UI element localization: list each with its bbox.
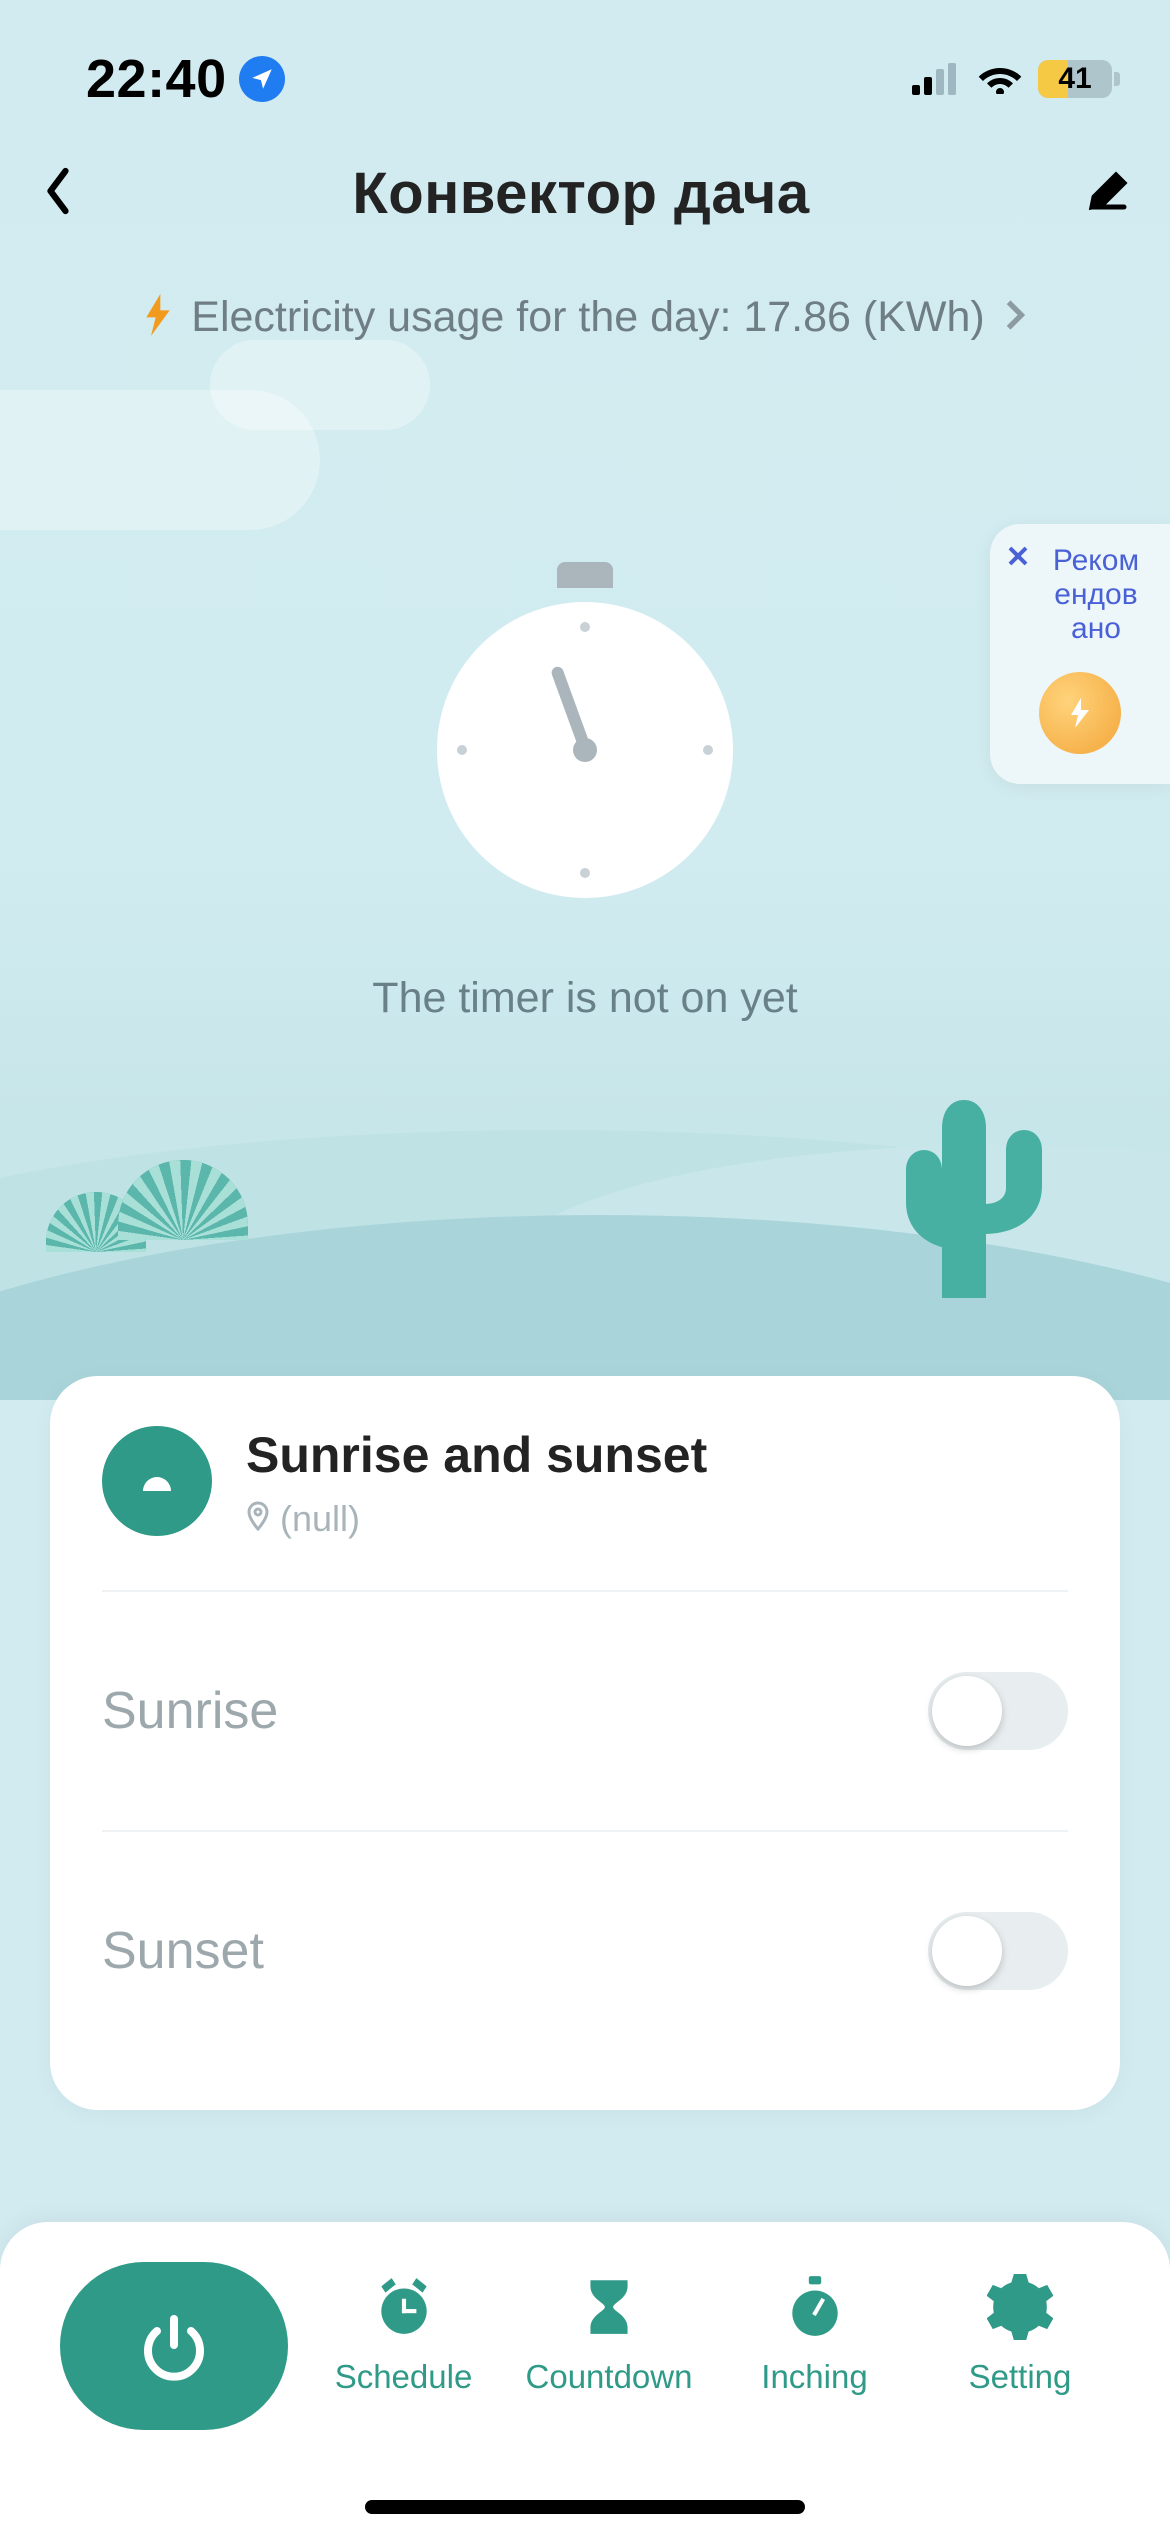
location-arrow-icon: [239, 56, 285, 102]
card-title: Sunrise and sunset: [246, 1426, 707, 1484]
electricity-usage-row[interactable]: Electricity usage for the day: 17.86 (KW…: [0, 293, 1170, 342]
inching-button[interactable]: Inching: [725, 2262, 905, 2396]
close-icon[interactable]: [1006, 544, 1030, 573]
sunrise-toggle[interactable]: [928, 1672, 1068, 1750]
sunset-toggle[interactable]: [928, 1912, 1068, 1990]
schedule-button[interactable]: Schedule: [314, 2262, 494, 2396]
status-time: 22:40: [86, 48, 227, 110]
wifi-icon: [978, 60, 1022, 99]
row-label: Sunrise: [102, 1681, 278, 1741]
recommend-panel[interactable]: Реком ендов ано: [990, 524, 1170, 784]
bottom-bar: Schedule Countdown Inching Setting: [0, 2222, 1170, 2532]
bolt-icon: [143, 294, 173, 341]
hourglass-icon: [576, 2274, 642, 2340]
location-pin-icon: [246, 1498, 270, 1540]
chevron-right-icon: [1003, 298, 1027, 337]
countdown-button[interactable]: Countdown: [519, 2262, 699, 2396]
alarm-clock-icon: [371, 2274, 437, 2340]
sunset-row: Sunset: [102, 1830, 1068, 2070]
page-title: Конвектор дача: [352, 160, 809, 227]
recommend-label: Реком ендов ано: [1038, 544, 1154, 646]
sunrise-icon: [102, 1426, 212, 1536]
cellular-icon: [912, 63, 962, 95]
header: Конвектор дача: [0, 130, 1170, 273]
row-label: Sunset: [102, 1921, 264, 1981]
battery-indicator: 41: [1038, 60, 1120, 98]
stopwatch-icon: [435, 562, 735, 902]
sunrise-row: Sunrise: [102, 1592, 1068, 1830]
sunrise-sunset-card: Sunrise and sunset (null) Sunrise Sunset: [50, 1376, 1120, 2110]
power-button[interactable]: [60, 2262, 288, 2430]
back-button[interactable]: [40, 166, 76, 221]
recommend-bolt-icon: [1039, 672, 1121, 754]
card-location[interactable]: (null): [246, 1498, 707, 1540]
cactus-decor: [904, 1080, 1044, 1325]
timer-status-text: The timer is not on yet: [372, 974, 797, 1023]
stopwatch-small-icon: [782, 2274, 848, 2340]
setting-button[interactable]: Setting: [930, 2262, 1110, 2396]
status-bar: 22:40 41: [0, 0, 1170, 130]
home-indicator: [365, 2500, 805, 2514]
edit-button[interactable]: [1086, 169, 1130, 218]
gear-icon: [987, 2274, 1053, 2340]
usage-text: Electricity usage for the day: 17.86 (KW…: [191, 293, 984, 342]
